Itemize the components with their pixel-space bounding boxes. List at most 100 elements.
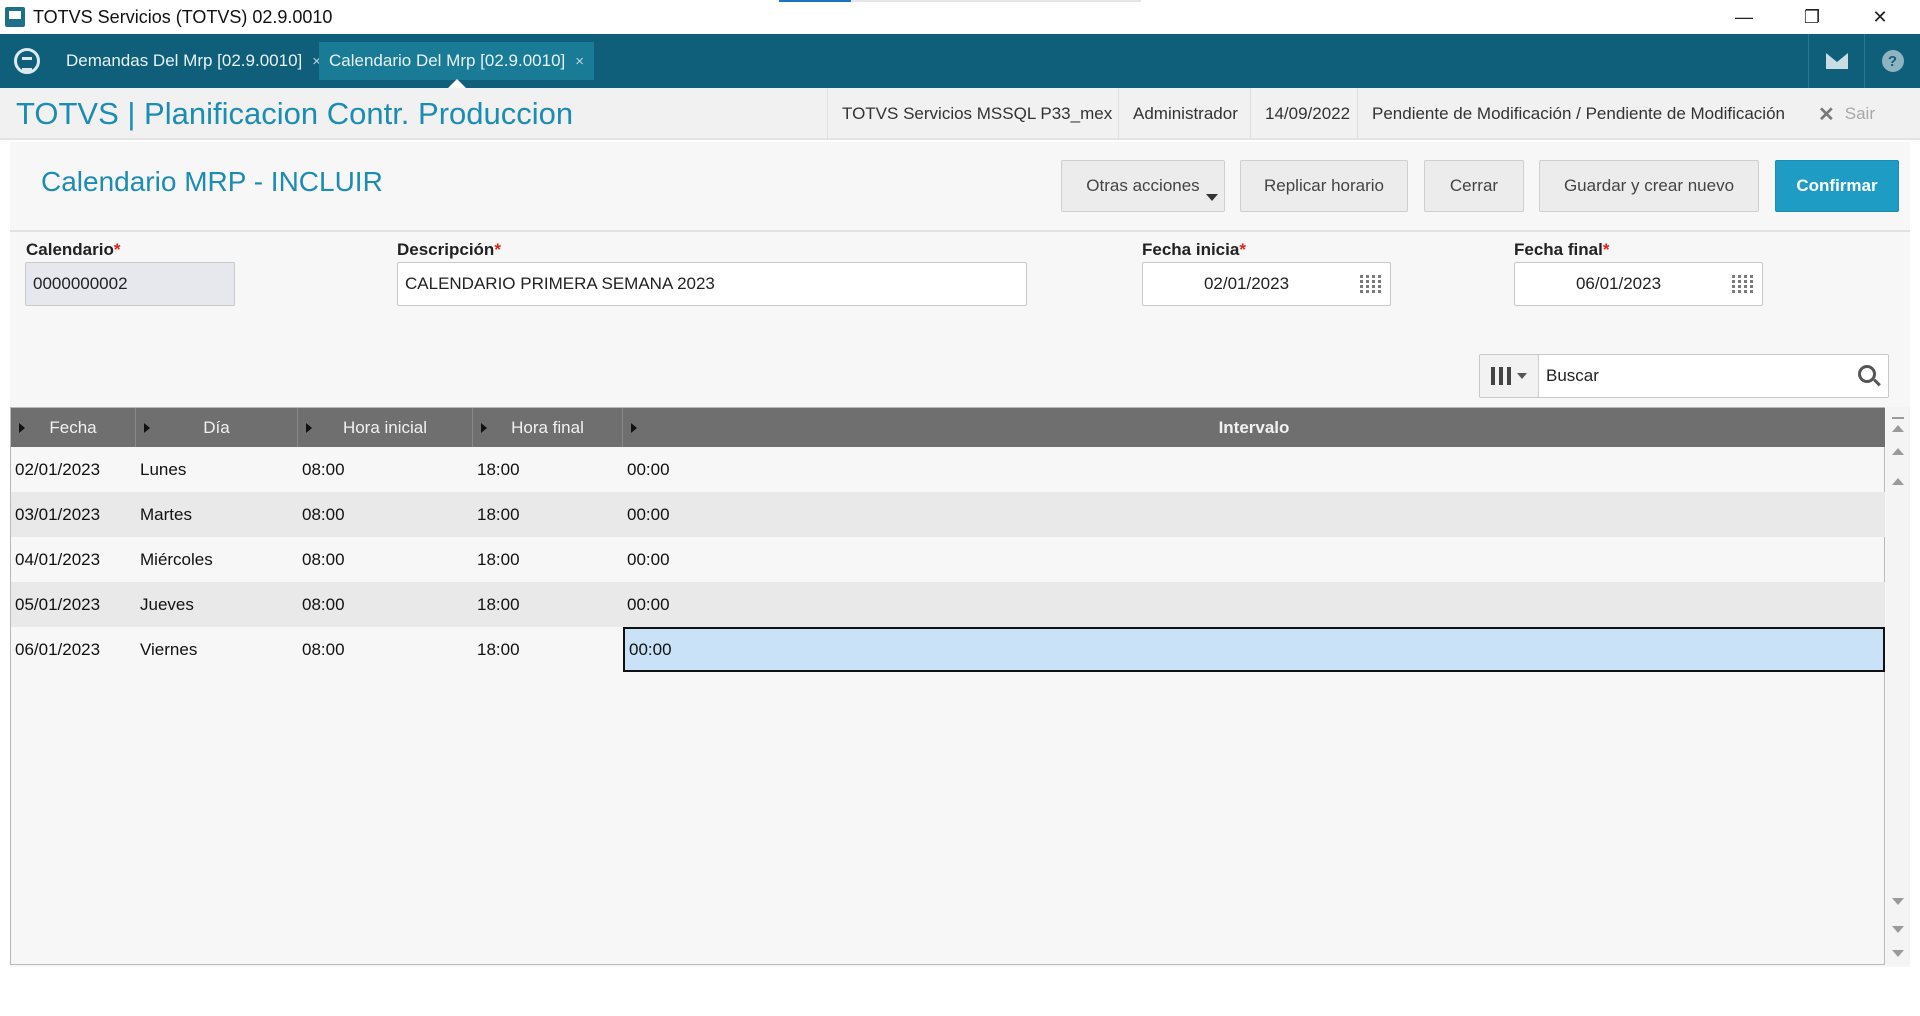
- end-date-value: 06/01/2023: [1575, 274, 1662, 293]
- sort-arrow-icon: [306, 423, 312, 433]
- scroll-page-down-button[interactable]: [1889, 921, 1907, 937]
- column-header-hora-inicial[interactable]: Hora inicial: [298, 408, 473, 447]
- save-and-new-button[interactable]: Guardar y crear nuevo: [1539, 160, 1759, 212]
- cell-fecha[interactable]: 05/01/2023: [11, 582, 136, 627]
- cell-intervalo[interactable]: 00:00: [623, 537, 1885, 582]
- required-mark: *: [113, 240, 121, 259]
- cell-hora-inicial[interactable]: 08:00: [298, 447, 473, 492]
- cell-hora-final[interactable]: 18:00: [473, 492, 623, 537]
- scroll-top-button[interactable]: [1889, 417, 1907, 433]
- cell-fecha[interactable]: 02/01/2023: [11, 447, 136, 492]
- close-window-button[interactable]: ✕: [1846, 0, 1914, 34]
- cell-intervalo[interactable]: 00:00: [623, 582, 1885, 627]
- start-date-field[interactable]: 02/01/2023: [1142, 262, 1391, 306]
- cell-dia[interactable]: Miércoles: [136, 537, 298, 582]
- cell-dia[interactable]: Viernes: [136, 627, 298, 672]
- cell-fecha[interactable]: 06/01/2023: [11, 627, 136, 672]
- cell-hora-inicial[interactable]: 08:00: [298, 627, 473, 672]
- column-header-label: Intervalo: [1218, 417, 1290, 437]
- table-row[interactable]: 05/01/2023 Jueves 08:00 18:00 00:00: [11, 582, 1885, 627]
- help-icon: ?: [1881, 50, 1904, 72]
- sort-arrow-icon: [481, 423, 487, 433]
- column-header-label: Fecha: [49, 417, 97, 437]
- table-row[interactable]: 04/01/2023 Miércoles 08:00 18:00 00:00: [11, 537, 1885, 582]
- cell-fecha[interactable]: 03/01/2023: [11, 492, 136, 537]
- column-header-intervalo[interactable]: Intervalo: [623, 408, 1885, 447]
- main-panel: Calendario MRP - INCLUIR Otras acciones …: [10, 142, 1910, 967]
- cell-hora-final[interactable]: 18:00: [473, 582, 623, 627]
- close-button[interactable]: Cerrar: [1424, 160, 1524, 212]
- description-label: Descripción*: [397, 240, 501, 260]
- sort-arrow-icon: [19, 423, 25, 433]
- cell-hora-inicial[interactable]: 08:00: [298, 537, 473, 582]
- cell-fecha[interactable]: 04/01/2023: [11, 537, 136, 582]
- column-header-label: Hora final: [511, 417, 584, 437]
- search-input[interactable]: [1546, 361, 1846, 391]
- tab-bar: Demandas Del Mrp [02.9.0010] × Calendari…: [0, 34, 1920, 88]
- cell-dia[interactable]: Martes: [136, 492, 298, 537]
- loading-progress: [779, 0, 1141, 2]
- grid-search: [1479, 354, 1889, 398]
- logout-button[interactable]: ✕ Sair: [1818, 88, 1875, 140]
- search-icon[interactable]: [1858, 365, 1876, 383]
- other-actions-button[interactable]: Otras acciones: [1061, 160, 1225, 212]
- grid-scrollbar[interactable]: [1886, 407, 1910, 965]
- cell-intervalo[interactable]: 00:00: [623, 492, 1885, 537]
- scroll-page-up-button[interactable]: [1889, 443, 1907, 459]
- user-info: Administrador: [1118, 88, 1252, 140]
- replicate-schedule-button[interactable]: Replicar horario: [1240, 160, 1408, 212]
- calendar-icon[interactable]: [1732, 275, 1754, 295]
- description-field[interactable]: CALENDARIO PRIMERA SEMANA 2023: [397, 262, 1027, 306]
- scroll-up-button[interactable]: [1889, 473, 1907, 489]
- column-header-hora-final[interactable]: Hora final: [473, 408, 623, 447]
- page-title: Calendario MRP - INCLUIR: [41, 166, 383, 197]
- tab-close-icon[interactable]: ×: [575, 53, 584, 70]
- confirm-button[interactable]: Confirmar: [1775, 160, 1899, 212]
- required-mark: *: [494, 240, 501, 259]
- start-date-label: Fecha inicia*: [1142, 240, 1246, 260]
- column-chooser-button[interactable]: [1480, 355, 1539, 397]
- tab-calendario-mrp[interactable]: Calendario Del Mrp [02.9.0010] ×: [319, 42, 595, 88]
- chevron-down-icon: [1517, 373, 1527, 379]
- cell-intervalo-selected[interactable]: 00:00: [623, 627, 1885, 672]
- table-row[interactable]: 03/01/2023 Martes 08:00 18:00 00:00: [11, 492, 1885, 537]
- calendar-code-field[interactable]: 0000000002: [25, 262, 235, 306]
- start-date-label-text: Fecha inicia: [1142, 240, 1240, 259]
- totvs-menu-icon[interactable]: [14, 48, 40, 74]
- cell-dia[interactable]: Jueves: [136, 582, 298, 627]
- description-label-text: Descripción: [397, 240, 495, 259]
- cell-hora-inicial[interactable]: 08:00: [298, 582, 473, 627]
- table-row[interactable]: 02/01/2023 Lunes 08:00 18:00 00:00: [11, 447, 1885, 492]
- end-date-field[interactable]: 06/01/2023: [1514, 262, 1763, 306]
- messages-button[interactable]: [1808, 34, 1864, 88]
- mail-icon: [1825, 53, 1848, 69]
- calendar-label-text: Calendario: [26, 240, 114, 259]
- scroll-bottom-button[interactable]: [1889, 945, 1907, 961]
- restore-button[interactable]: ❐: [1778, 0, 1846, 34]
- cell-intervalo[interactable]: 00:00: [623, 447, 1885, 492]
- chevron-up-icon: [1892, 424, 1904, 432]
- column-header-dia[interactable]: Día: [136, 408, 298, 447]
- minimize-button[interactable]: —: [1710, 0, 1778, 34]
- tab-demandas-mrp[interactable]: Demandas Del Mrp [02.9.0010] ×: [56, 42, 331, 80]
- cell-hora-final[interactable]: 18:00: [473, 537, 623, 582]
- cell-hora-final[interactable]: 18:00: [473, 447, 623, 492]
- schedule-grid: Fecha Día Hora inicial Hora final Interv…: [10, 407, 1885, 965]
- calendar-icon[interactable]: [1360, 275, 1382, 295]
- column-header-label: Hora inicial: [342, 417, 428, 437]
- column-header-fecha[interactable]: Fecha: [11, 408, 136, 447]
- cell-dia[interactable]: Lunes: [136, 447, 298, 492]
- table-row[interactable]: 06/01/2023 Viernes 08:00 18:00 00:00: [11, 627, 1885, 672]
- cell-hora-inicial[interactable]: 08:00: [298, 492, 473, 537]
- module-title: TOTVS | Planificacion Contr. Produccion: [16, 96, 574, 131]
- loading-progress-fill: [779, 0, 852, 2]
- calendar-label: Calendario*: [26, 240, 120, 260]
- help-button[interactable]: ?: [1864, 34, 1920, 88]
- cell-hora-final[interactable]: 18:00: [473, 627, 623, 672]
- action-toolbar: Calendario MRP - INCLUIR Otras acciones …: [10, 142, 1910, 232]
- window-titlebar: TOTVS Servicios (TOTVS) 02.9.0010 — ❐ ✕: [0, 0, 1920, 34]
- sort-arrow-icon: [631, 423, 637, 433]
- end-date-label: Fecha final*: [1514, 240, 1609, 260]
- start-date-value: 02/01/2023: [1203, 274, 1290, 293]
- scroll-down-button[interactable]: [1889, 893, 1907, 909]
